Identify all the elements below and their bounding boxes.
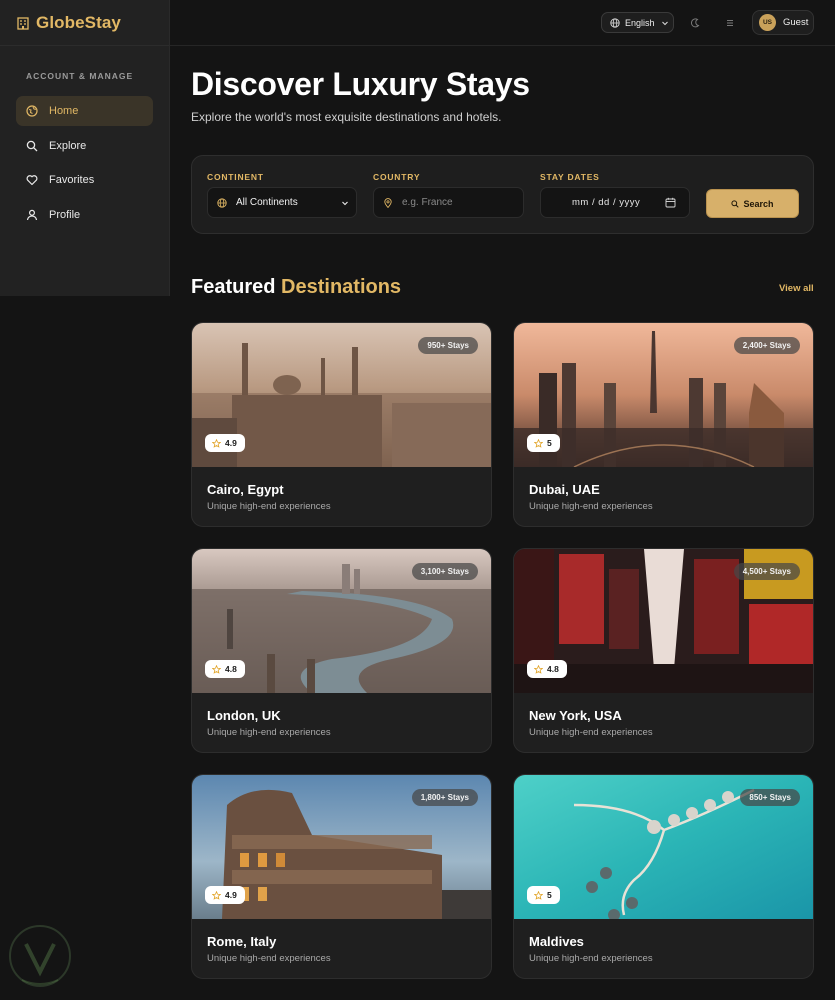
rating-badge: 4.9: [205, 886, 245, 904]
destination-card-cairo[interactable]: 950+ Stays 4.9 Cairo, Egypt Unique high-…: [191, 322, 492, 527]
stays-badge: 2,400+ Stays: [733, 337, 800, 354]
sidebar-section-label: ACCOUNT & MANAGE: [26, 71, 134, 81]
destination-card-maldives[interactable]: 850+ Stays 5 Maldives Unique high-end ex…: [513, 774, 814, 979]
card-subtitle: Unique high-end experiences: [529, 953, 653, 964]
sidebar-item-label: Favorites: [49, 174, 95, 186]
card-title: Cairo, Egypt: [207, 482, 284, 497]
card-title: Maldives: [529, 934, 584, 949]
card-subtitle: Unique high-end experiences: [529, 501, 653, 512]
featured-title-accent: Destinations: [281, 276, 402, 298]
app-root: GlobeStay ACCOUNT & MANAGE Home Explore …: [0, 0, 835, 1000]
featured-title: Featured Destinations: [191, 276, 401, 299]
destination-card-rome[interactable]: 1,800+ Stays 4.9 Rome, Italy Unique high…: [191, 774, 492, 979]
card-title: Rome, Italy: [207, 934, 277, 949]
rating-value: 4.8: [547, 664, 559, 674]
user-menu[interactable]: US Guest: [752, 10, 814, 35]
star-icon: [534, 890, 543, 900]
rating-badge: 4.8: [205, 660, 245, 678]
rating-value: 4.8: [225, 664, 237, 674]
country-input[interactable]: e.g. France: [373, 187, 524, 218]
card-subtitle: Unique high-end experiences: [207, 501, 331, 512]
map-pin-icon: [383, 197, 393, 208]
globe-icon: [217, 197, 227, 208]
rating-value: 5: [547, 890, 552, 900]
destination-card-dubai[interactable]: 2,400+ Stays 5 Dubai, UAE Unique high-en…: [513, 322, 814, 527]
featured-title-main: Featured: [191, 276, 276, 298]
card-title: London, UK: [207, 708, 281, 723]
chevron-down-icon: [661, 19, 669, 27]
search-button[interactable]: Search: [706, 189, 799, 218]
sidebar-item-label: Profile: [49, 208, 81, 221]
globe-icon: [610, 17, 620, 28]
rating-badge: 4.9: [205, 434, 245, 452]
search-icon: [26, 140, 38, 152]
avatar: US: [759, 14, 776, 31]
continent-select[interactable]: All Continents: [207, 187, 357, 218]
hotel-icon: [16, 16, 30, 30]
card-title: Dubai, UAE: [529, 482, 600, 497]
view-all-link[interactable]: View all: [779, 283, 814, 294]
rating-value: 4.9: [225, 890, 237, 900]
dates-placeholder: mm / dd / yyyy: [572, 197, 641, 208]
language-selector[interactable]: English: [601, 12, 674, 33]
card-subtitle: Unique high-end experiences: [207, 727, 331, 738]
page-title: Discover Luxury Stays: [191, 66, 530, 102]
search-button-label: Search: [743, 198, 774, 209]
stays-badge: 950+ Stays: [418, 337, 478, 354]
sidebar-item-explore[interactable]: Explore: [16, 131, 153, 161]
language-label: English: [625, 17, 655, 28]
heart-icon: [26, 174, 38, 186]
sidebar-item-label: Explore: [49, 139, 87, 152]
sidebar: GlobeStay ACCOUNT & MANAGE Home Explore …: [0, 0, 170, 296]
rating-value: 4.9: [225, 438, 237, 448]
country-placeholder: e.g. France: [402, 197, 453, 208]
sidebar-item-label: Home: [49, 105, 79, 117]
star-icon: [212, 438, 221, 448]
dates-label: STAY DATES: [540, 172, 600, 182]
stays-badge: 1,800+ Stays: [411, 789, 478, 806]
continent-value: All Continents: [236, 197, 298, 208]
rating-badge: 4.8: [527, 660, 567, 678]
user-icon: [26, 209, 38, 221]
rating-value: 5: [547, 438, 552, 448]
watermark-logo: [4, 922, 82, 992]
globe-icon: [26, 105, 38, 117]
rating-badge: 5: [527, 434, 560, 452]
chevron-down-icon: [341, 199, 349, 207]
star-icon: [534, 438, 543, 448]
stays-badge: 850+ Stays: [740, 789, 800, 806]
country-label: COUNTRY: [373, 172, 421, 182]
stays-badge: 4,500+ Stays: [733, 563, 800, 580]
destination-card-london[interactable]: 3,100+ Stays 4.8 London, UK Unique high-…: [191, 548, 492, 753]
search-icon: [731, 199, 740, 208]
user-name: Guest: [783, 17, 809, 28]
star-icon: [534, 664, 543, 674]
sidebar-item-favorites[interactable]: Favorites: [16, 165, 153, 195]
menu-icon[interactable]: [724, 17, 736, 29]
card-subtitle: Unique high-end experiences: [529, 727, 653, 738]
sidebar-item-profile[interactable]: Profile: [16, 200, 153, 230]
continent-label: CONTINENT: [207, 172, 264, 182]
topbar: English US Guest: [170, 0, 835, 46]
star-icon: [212, 664, 221, 674]
search-panel: CONTINENT All Continents COUNTRY e.g. Fr…: [191, 155, 814, 234]
sidebar-nav: Home Explore Favorites Profile: [0, 96, 169, 230]
stays-badge: 3,100+ Stays: [411, 563, 478, 580]
star-icon: [212, 890, 221, 900]
rating-badge: 5: [527, 886, 560, 904]
card-title: New York, USA: [529, 708, 622, 723]
dates-input[interactable]: mm / dd / yyyy: [540, 187, 690, 218]
sidebar-item-home[interactable]: Home: [16, 96, 153, 126]
brand-name: GlobeStay: [36, 12, 121, 32]
calendar-icon[interactable]: [665, 197, 676, 208]
brand[interactable]: GlobeStay: [0, 0, 169, 46]
moon-icon[interactable]: [689, 17, 701, 29]
page-subtitle: Explore the world's most exquisite desti…: [191, 110, 502, 124]
destination-card-new-york[interactable]: 4,500+ Stays 4.8 New York, USA Unique hi…: [513, 548, 814, 753]
card-subtitle: Unique high-end experiences: [207, 953, 331, 964]
